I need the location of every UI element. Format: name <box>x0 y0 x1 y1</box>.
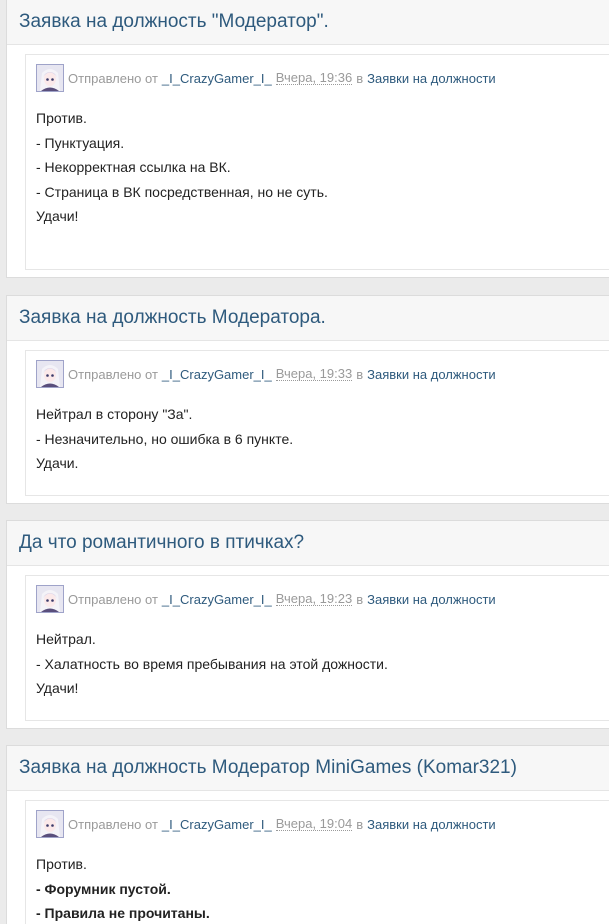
post-meta: Отправлено от _I_CrazyGamer_I_ Вчера, 19… <box>36 809 609 839</box>
avatar[interactable] <box>36 585 64 613</box>
post-card: Заявка на должность "Модератор". Отправл… <box>6 0 609 278</box>
post-time: Вчера, 19:33 <box>275 366 353 381</box>
post-meta: Отправлено от _I_CrazyGamer_I_ Вчера, 19… <box>36 359 609 389</box>
avatar[interactable] <box>36 360 64 388</box>
post-card: Заявка на должность Модератор MiniGames … <box>6 745 609 924</box>
post-title-link[interactable]: Заявка на должность Модератора. <box>19 307 326 329</box>
post-line: - Правила не прочитаны. <box>36 905 210 921</box>
activity-feed: Заявка на должность "Модератор". Отправл… <box>0 0 609 924</box>
post-header: Заявка на должность Модератор MiniGames … <box>7 746 609 791</box>
post-line: Против. <box>36 110 87 126</box>
post-line: - Страница в ВК посредственная, но не су… <box>36 183 328 200</box>
in-label: в <box>356 70 364 86</box>
post-body: Против. - Форумник пустой. - Правила не … <box>36 852 609 924</box>
post-time: Вчера, 19:23 <box>275 591 353 606</box>
post-line: Нейтрал в сторону "За". <box>36 406 193 422</box>
post-content: Отправлено от _I_CrazyGamer_I_ Вчера, 19… <box>25 575 609 721</box>
post-header: Да что романтичного в птичках? <box>7 521 609 566</box>
in-label: в <box>356 366 364 382</box>
post-line: Удачи! <box>36 680 79 696</box>
post-line: - Некорректная ссылка на ВК. <box>36 159 231 175</box>
post-meta: Отправлено от _I_CrazyGamer_I_ Вчера, 19… <box>36 584 609 614</box>
post-title-link[interactable]: Да что романтичного в птичках? <box>19 532 304 554</box>
post-meta: Отправлено от _I_CrazyGamer_I_ Вчера, 19… <box>36 63 609 93</box>
forum-link[interactable]: Заявки на должности <box>367 817 496 832</box>
avatar[interactable] <box>36 810 64 838</box>
forum-link[interactable]: Заявки на должности <box>367 367 496 382</box>
author-link[interactable]: _I_CrazyGamer_I_ <box>162 817 272 832</box>
post-header: Заявка на должность Модератора. <box>7 296 609 341</box>
in-label: в <box>356 591 364 607</box>
post-body: Нейтрал. - Халатность во время пребывани… <box>36 627 609 701</box>
author-link[interactable]: _I_CrazyGamer_I_ <box>162 71 272 86</box>
sent-by-label: Отправлено от <box>68 816 158 832</box>
forum-link[interactable]: Заявки на должности <box>367 71 496 86</box>
post-card: Заявка на должность Модератора. Отправле… <box>6 295 609 504</box>
post-line: - Незначительно, но ошибка в 6 пункте. <box>36 430 294 447</box>
in-label: в <box>356 816 364 832</box>
post-line: - Форумник пустой. <box>36 880 171 897</box>
sent-by-label: Отправлено от <box>68 591 158 607</box>
post-line: Удачи! <box>36 208 79 224</box>
post-line: Нейтрал. <box>36 631 96 647</box>
post-title-link[interactable]: Заявка на должность "Модератор". <box>19 11 329 33</box>
post-line: - Пунктуация. <box>36 134 125 151</box>
post-title-link[interactable]: Заявка на должность Модератор MiniGames … <box>19 757 517 779</box>
post-header: Заявка на должность "Модератор". <box>7 0 609 45</box>
author-link[interactable]: _I_CrazyGamer_I_ <box>162 592 272 607</box>
post-body: Против. - Пунктуация. - Некорректная ссы… <box>36 106 609 229</box>
post-time: Вчера, 19:36 <box>275 70 353 85</box>
forum-link[interactable]: Заявки на должности <box>367 592 496 607</box>
post-content: Отправлено от _I_CrazyGamer_I_ Вчера, 19… <box>25 54 609 270</box>
post-body: Нейтрал в сторону "За". - Незначительно,… <box>36 402 609 476</box>
post-line: Против. <box>36 856 87 872</box>
post-time: Вчера, 19:04 <box>275 816 353 831</box>
post-line: Удачи. <box>36 455 79 471</box>
sent-by-label: Отправлено от <box>68 70 158 86</box>
author-link[interactable]: _I_CrazyGamer_I_ <box>162 367 272 382</box>
sent-by-label: Отправлено от <box>68 366 158 382</box>
post-card: Да что романтичного в птичках? Отправлен… <box>6 520 609 729</box>
post-line: - Халатность во время пребывания на этой… <box>36 655 388 672</box>
avatar[interactable] <box>36 64 64 92</box>
post-content: Отправлено от _I_CrazyGamer_I_ Вчера, 19… <box>25 350 609 496</box>
post-content: Отправлено от _I_CrazyGamer_I_ Вчера, 19… <box>25 800 609 924</box>
